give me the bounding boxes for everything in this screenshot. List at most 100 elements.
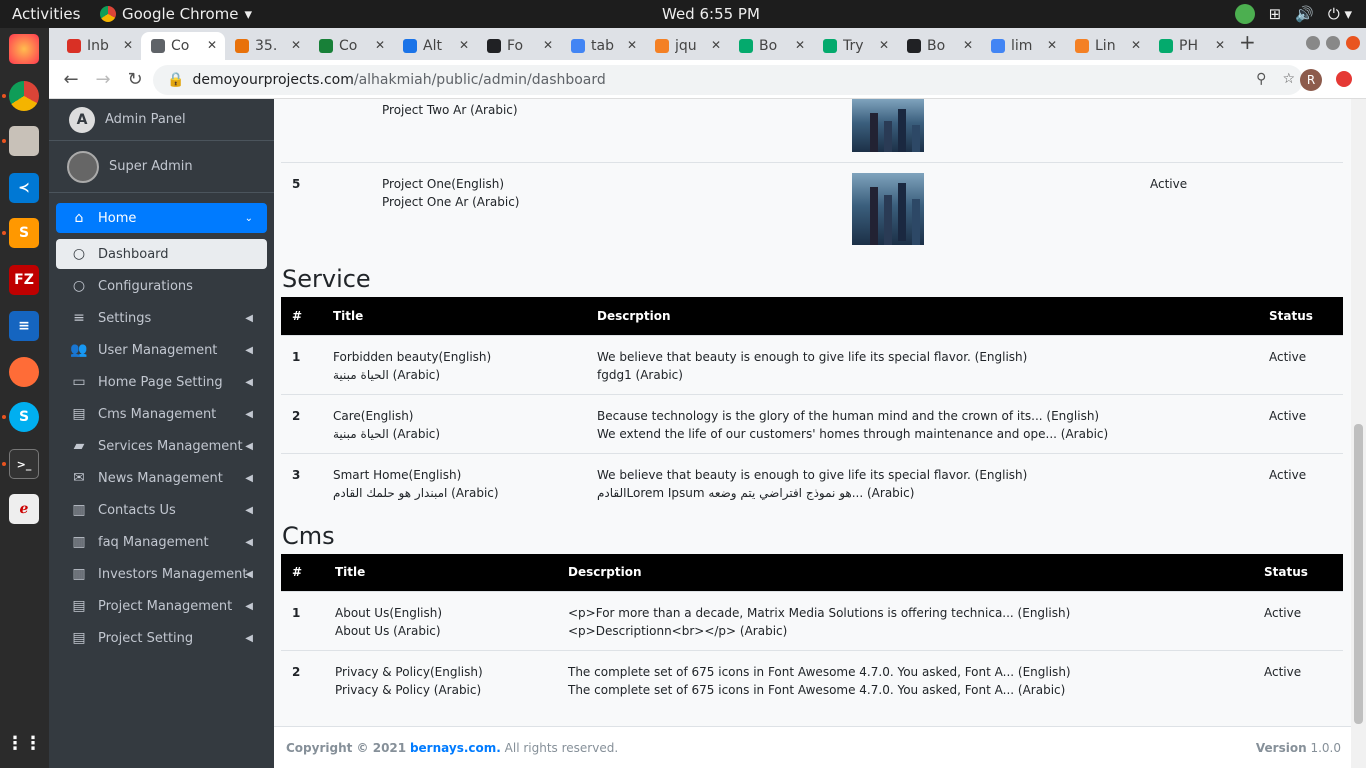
- sidebar-item-contacts-us[interactable]: ▥ Contacts Us ◀: [56, 495, 267, 525]
- firefox-icon[interactable]: [9, 34, 39, 64]
- writer-icon[interactable]: ≡: [9, 311, 39, 341]
- sidebar-item-label: Settings: [98, 310, 152, 326]
- browser-tab[interactable]: PH ✕: [1149, 32, 1233, 60]
- brand-logo: A: [69, 106, 95, 133]
- close-tab-icon[interactable]: ✕: [1215, 38, 1225, 52]
- close-tab-icon[interactable]: ✕: [1047, 38, 1057, 52]
- skype-icon[interactable]: S: [9, 402, 39, 432]
- close-tab-icon[interactable]: ✕: [627, 38, 637, 52]
- sidebar-item-investors-management[interactable]: ▥ Investors Management ◀: [56, 559, 267, 589]
- browser-tab[interactable]: Fo ✕: [477, 32, 561, 60]
- browser-tab[interactable]: Inb ✕: [57, 32, 141, 60]
- close-tab-icon[interactable]: ✕: [1131, 38, 1141, 52]
- browser-tab[interactable]: Bo ✕: [729, 32, 813, 60]
- maximize-button[interactable]: [1326, 36, 1340, 50]
- close-window-button[interactable]: [1346, 36, 1360, 50]
- sidebar-item-cms-management[interactable]: ▤ Cms Management ◀: [56, 399, 267, 429]
- chevron-down-icon: ▾: [244, 5, 253, 23]
- tab-title: jqu: [675, 38, 697, 54]
- page-scrollbar[interactable]: [1351, 99, 1366, 768]
- browser-tab[interactable]: Alt ✕: [393, 32, 477, 60]
- files-icon[interactable]: [9, 126, 39, 156]
- user-panel[interactable]: Super Admin: [49, 141, 274, 193]
- col-header: Status: [1253, 553, 1343, 592]
- tab-title: Inb: [87, 38, 109, 54]
- filezilla-icon[interactable]: FZ: [9, 265, 39, 295]
- update-menu-icon[interactable]: [1336, 71, 1352, 87]
- browser-tab[interactable]: Co ✕: [309, 32, 393, 60]
- minimize-button[interactable]: [1306, 36, 1320, 50]
- sidebar-item-label: Configurations: [98, 278, 193, 294]
- url-path: /alhakmiah/public/admin/dashboard: [353, 72, 606, 88]
- back-button[interactable]: ←: [55, 69, 87, 90]
- app-menu[interactable]: Google Chrome ▾: [100, 5, 252, 23]
- new-tab-button[interactable]: +: [1239, 30, 1256, 60]
- tab-favicon-icon: [655, 39, 669, 53]
- browser-tab[interactable]: lim ✕: [981, 32, 1065, 60]
- close-tab-icon[interactable]: ✕: [291, 38, 301, 52]
- browser-tab[interactable]: Try ✕: [813, 32, 897, 60]
- clock[interactable]: Wed 6:55 PM: [662, 5, 760, 23]
- forward-button[interactable]: →: [87, 69, 119, 90]
- sidebar-item-home-page-setting[interactable]: ▭ Home Page Setting ◀: [56, 367, 267, 397]
- sidebar-item-project-setting[interactable]: ▤ Project Setting ◀: [56, 623, 267, 653]
- sidebar-item-news-management[interactable]: ✉ News Management ◀: [56, 463, 267, 493]
- scrollbar-thumb[interactable]: [1354, 424, 1363, 724]
- table-row: 2 Care(English) الحياة مبنية (Arabic) Becau…: [281, 393, 1343, 453]
- profile-avatar[interactable]: R: [1300, 69, 1322, 91]
- close-tab-icon[interactable]: ✕: [207, 38, 217, 52]
- close-tab-icon[interactable]: ✕: [711, 38, 721, 52]
- users-icon: 👥: [70, 342, 88, 358]
- version-label: Version: [1255, 740, 1307, 755]
- col-header: #: [281, 297, 322, 335]
- update-icon[interactable]: [1234, 4, 1255, 24]
- close-tab-icon[interactable]: ✕: [123, 38, 133, 52]
- description-ar: القادمLorem Ipsum هو نموذج افتراضي يتم و…: [597, 485, 915, 500]
- app-grid-icon[interactable]: ⋮⋮: [6, 728, 42, 758]
- chrome-dock-icon[interactable]: [9, 81, 39, 111]
- sidebar-item-project-management[interactable]: ▤ Project Management ◀: [56, 591, 267, 621]
- sidebar-item-settings[interactable]: ≡ Settings ◀: [56, 303, 267, 333]
- sidebar-item-home[interactable]: ⌂ Home ⌄: [56, 203, 267, 233]
- power-icon[interactable]: ⏻ ▾: [1328, 5, 1352, 23]
- network-icon[interactable]: ⊞: [1269, 5, 1282, 23]
- browser-tab[interactable]: Bo ✕: [897, 32, 981, 60]
- volume-icon[interactable]: 🔊: [1295, 5, 1314, 23]
- system-tray[interactable]: ⊞ 🔊 ⏻ ▾: [1234, 4, 1352, 24]
- sidebar-item-services-management[interactable]: ▰ Services Management ◀: [56, 431, 267, 461]
- circle-icon: ○: [72, 278, 86, 294]
- sidebar-item-faq-management[interactable]: ▥ faq Management ◀: [56, 527, 267, 557]
- browser-tab[interactable]: 35. ✕: [225, 32, 309, 60]
- project-title-ar: Project One Ar (Arabic): [382, 195, 520, 209]
- sidebar-item-user-management[interactable]: 👥 User Management ◀: [56, 335, 267, 365]
- footer-brand-link[interactable]: bernays.com.: [410, 741, 501, 755]
- sublime-icon[interactable]: S: [9, 218, 39, 248]
- browser-tab[interactable]: jqu ✕: [645, 32, 729, 60]
- address-bar[interactable]: 🔒 demoyourprojects.com/alhakmiah/public/…: [153, 65, 1303, 95]
- evince-icon[interactable]: ℯ: [9, 494, 39, 524]
- activities-button[interactable]: Activities: [12, 5, 100, 23]
- version-number: 1.0.0: [1310, 740, 1341, 755]
- bookmark-star-icon[interactable]: ☆: [1282, 71, 1295, 87]
- sidebar-item-configurations[interactable]: ○ Configurations: [56, 271, 267, 301]
- service-heading: Service: [282, 265, 371, 293]
- sidebar-item-dashboard[interactable]: ○ Dashboard: [56, 239, 267, 269]
- browser-tab[interactable]: tab ✕: [561, 32, 645, 60]
- vscode-icon[interactable]: ≺: [9, 173, 39, 203]
- sidebar-item-label: News Management: [98, 470, 223, 486]
- close-tab-icon[interactable]: ✕: [879, 38, 889, 52]
- close-tab-icon[interactable]: ✕: [459, 38, 469, 52]
- close-tab-icon[interactable]: ✕: [375, 38, 385, 52]
- browser-tab[interactable]: Co ✕: [141, 32, 225, 60]
- reload-button[interactable]: ↻: [119, 69, 151, 90]
- file-icon: ▤: [72, 406, 86, 422]
- postman-icon[interactable]: [9, 357, 39, 387]
- close-tab-icon[interactable]: ✕: [795, 38, 805, 52]
- close-tab-icon[interactable]: ✕: [543, 38, 553, 52]
- brand-link[interactable]: A Admin Panel: [49, 99, 274, 141]
- zoom-icon[interactable]: ⚲: [1256, 71, 1266, 87]
- terminal-icon[interactable]: >_: [9, 449, 39, 479]
- close-tab-icon[interactable]: ✕: [963, 38, 973, 52]
- file-icon: ▤: [72, 598, 86, 614]
- browser-tab[interactable]: Lin ✕: [1065, 32, 1149, 60]
